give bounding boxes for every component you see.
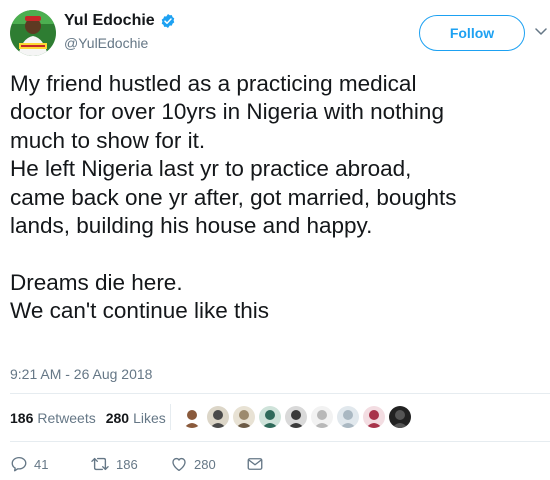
liker-avatar-5[interactable] <box>284 405 308 429</box>
divider <box>10 393 550 394</box>
liker-avatar-9[interactable] <box>388 405 412 429</box>
like-count: 280 <box>194 456 216 472</box>
liker-avatar-1[interactable] <box>180 405 204 429</box>
author-avatar[interactable] <box>10 10 56 56</box>
retweet-button[interactable]: 186 <box>90 455 138 473</box>
liker-avatar-3[interactable] <box>232 405 256 429</box>
author-handle[interactable]: @YulEdochie <box>64 35 148 51</box>
reply-count: 41 <box>34 456 49 472</box>
tweet-card: Yul Edochie @YulEdochie Follow My friend… <box>0 0 550 480</box>
tweet-text: My friend hustled as a practicing medica… <box>10 71 457 324</box>
liker-avatar-8[interactable] <box>362 405 386 429</box>
liker-avatar-6[interactable] <box>310 405 334 429</box>
retweets-label[interactable]: Retweets <box>37 410 95 426</box>
heart-icon <box>172 457 186 472</box>
author-name-row: Yul Edochie <box>64 11 176 31</box>
liker-avatar-2[interactable] <box>206 405 230 429</box>
retweet-icon <box>91 457 109 471</box>
liker-avatar-7[interactable] <box>336 405 360 429</box>
verified-badge-icon <box>161 14 174 28</box>
divider <box>10 441 550 442</box>
follow-button[interactable]: Follow <box>419 15 525 51</box>
reply-button[interactable]: 41 <box>10 455 48 473</box>
likes-count[interactable]: 280 <box>106 410 129 426</box>
tweet-timestamp[interactable]: 9:21 AM - 26 Aug 2018 <box>10 366 152 382</box>
liker-avatar-4[interactable] <box>258 405 282 429</box>
chevron-down-icon[interactable] <box>535 27 547 37</box>
retweets-count[interactable]: 186 <box>10 410 33 426</box>
like-button[interactable]: 280 <box>170 455 216 473</box>
tweet-stats: 186 Retweets 280 Likes <box>10 408 166 428</box>
reply-icon <box>11 456 27 472</box>
envelope-icon <box>247 458 263 470</box>
stats-separator <box>170 404 171 430</box>
message-button[interactable] <box>246 455 264 473</box>
retweet-count: 186 <box>116 456 138 472</box>
author-display-name[interactable]: Yul Edochie <box>64 12 155 30</box>
likes-label[interactable]: Likes <box>133 410 166 426</box>
